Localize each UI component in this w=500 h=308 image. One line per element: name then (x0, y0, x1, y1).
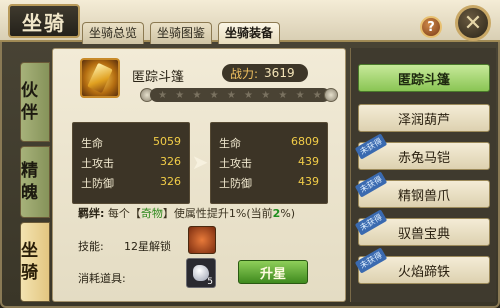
bond-post: %) (280, 207, 296, 220)
stat-row: 土攻击 326 (81, 155, 181, 171)
help-button[interactable]: ? (420, 16, 442, 38)
skill-label: 技能: (78, 240, 104, 253)
stat-label: 生命 (81, 137, 103, 150)
list-item[interactable]: 未获得 驭兽宝典 (354, 209, 490, 246)
stat-row: 生命 6809 (219, 135, 319, 151)
list-item[interactable]: 泽润葫芦 (358, 104, 490, 132)
consumable-count: 5 (207, 277, 213, 287)
bond-highlight: 奇物 (140, 207, 163, 220)
star-bar-right-orb (324, 88, 338, 102)
side-tab-label: 坐骑 (21, 241, 38, 283)
upgrade-star-button[interactable]: 升星 (238, 260, 308, 284)
star-icon: ★ (209, 89, 219, 101)
list-item-label: 精钢兽爪 (397, 188, 450, 204)
star-icon: ★ (261, 89, 271, 101)
stat-value: 6809 (291, 135, 319, 148)
arrow-right-icon: ➤ (191, 150, 209, 174)
stat-row: 生命 5059 (81, 135, 181, 151)
power-badge: 战力: 3619 (222, 64, 308, 82)
side-tab-mount[interactable]: 坐骑 (20, 222, 50, 302)
skill-icon[interactable] (188, 226, 216, 254)
stat-label: 土防御 (219, 177, 252, 190)
star-icon: ★ (192, 89, 202, 101)
stat-row: 土防御 439 (219, 175, 319, 191)
list-item-label: 赤兔马铠 (397, 150, 450, 166)
current-stats-panel: 生命 5059 土攻击 326 土防御 326 (72, 122, 190, 204)
bond-mid: 】使属性提升1%(当前 (162, 207, 273, 220)
star-icon: ★ (295, 89, 305, 101)
tab-overview[interactable]: 坐骑总览 (82, 22, 145, 44)
close-button[interactable]: ✕ (455, 5, 491, 41)
star-rating: ★ ★ ★ ★ ★ ★ ★ ★ ★ ★ (150, 88, 330, 102)
list-item-label: 泽润葫芦 (397, 112, 450, 128)
star-icon: ★ (312, 89, 322, 101)
stat-row: 土防御 326 (81, 175, 181, 191)
cloak-icon[interactable] (80, 58, 120, 98)
stat-label: 土攻击 (81, 157, 114, 170)
stat-value: 326 (160, 155, 181, 168)
bond-text: 羁绊: 每个【奇物】使属性提升1%(当前2%) (78, 205, 295, 221)
list-item[interactable]: 未获得 精钢兽爪 (354, 171, 490, 208)
list-item-label: 火焰蹄铁 (397, 264, 450, 280)
tab-gallery[interactable]: 坐骑图鉴 (150, 22, 213, 44)
stat-value: 439 (298, 175, 319, 188)
list-item-label: 匿踪斗篷 (397, 72, 450, 88)
bond-pre: 每个【 (107, 207, 141, 220)
stat-value: 5059 (153, 135, 181, 148)
stat-value: 326 (160, 175, 181, 188)
stat-label: 土攻击 (219, 157, 252, 170)
list-item[interactable]: 匿踪斗篷 (358, 64, 490, 92)
list-item[interactable]: 未获得 赤兔马铠 (354, 133, 490, 170)
star-icon: ★ (278, 89, 288, 101)
side-tab-label: 精魄 (21, 161, 38, 203)
star-icon: ★ (175, 89, 185, 101)
stat-value: 439 (298, 155, 319, 168)
power-label: 战力: (230, 66, 259, 81)
star-icon: ★ (158, 89, 168, 101)
star-icon: ★ (226, 89, 236, 101)
side-tab-spirit[interactable]: 精魄 (20, 146, 50, 218)
list-item[interactable]: 未获得 火焰蹄铁 (354, 247, 490, 284)
tab-equipment[interactable]: 坐骑装备 (218, 22, 281, 44)
skill-unlock-text: 12星解锁 (124, 240, 171, 253)
list-item-label: 驭兽宝典 (397, 226, 450, 242)
stat-label: 土防御 (81, 177, 114, 190)
star-icon: ★ (244, 89, 254, 101)
next-stats-panel: 生命 6809 土攻击 439 土防御 439 (210, 122, 328, 204)
power-value: 3619 (264, 66, 295, 80)
side-tab-partner[interactable]: 伙伴 (20, 62, 50, 142)
stat-row: 土攻击 439 (219, 155, 319, 171)
side-tab-label: 伙伴 (21, 81, 38, 123)
consumable-label: 消耗道具: (78, 272, 126, 285)
bond-label: 羁绊: (78, 207, 105, 220)
window-title: 坐骑 (8, 4, 80, 38)
stat-label: 生命 (219, 137, 241, 150)
consumable-item-icon[interactable]: 5 (186, 258, 216, 288)
equipment-name: 匿踪斗篷 (132, 70, 185, 85)
